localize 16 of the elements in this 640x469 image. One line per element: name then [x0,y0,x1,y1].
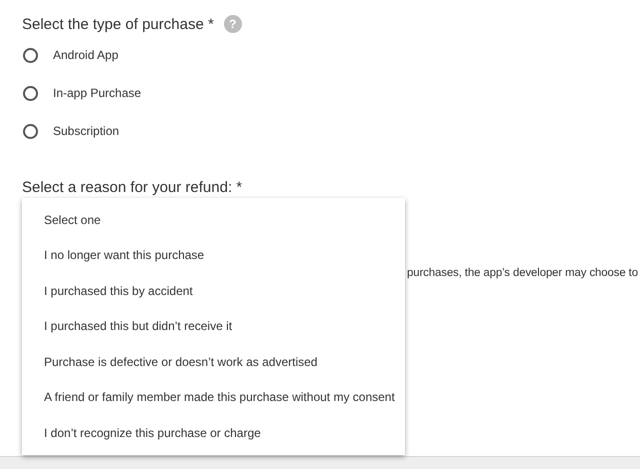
menu-item[interactable]: I no longer want this purchase [22,238,405,273]
radio-button[interactable] [23,86,38,100]
menu-item[interactable]: I purchased this by accident [22,273,405,308]
radio-button[interactable] [23,124,38,138]
radio-label: In-app Purchase [53,86,142,100]
menu-item[interactable]: Purchase is defective or doesn’t work as advertised [22,344,405,380]
menu-item[interactable]: A friend or family member made this purchase without my consent [22,380,405,415]
radio-button[interactable] [23,48,38,62]
menu-item[interactable]: I don’t recognize this purchase or charge [22,415,405,450]
menu-item[interactable]: I purchased this but didn’t receive it [22,308,405,344]
body-text: purchases, the app’s developer may choose to [407,267,638,279]
question-label: Select a reason for your refund: * [22,179,242,196]
radio-label: Android App [53,48,118,62]
menu-item[interactable]: Select one [22,202,405,238]
radio-label: Subscription [53,124,120,138]
question-label: Select the type of purchase * [22,16,214,32]
